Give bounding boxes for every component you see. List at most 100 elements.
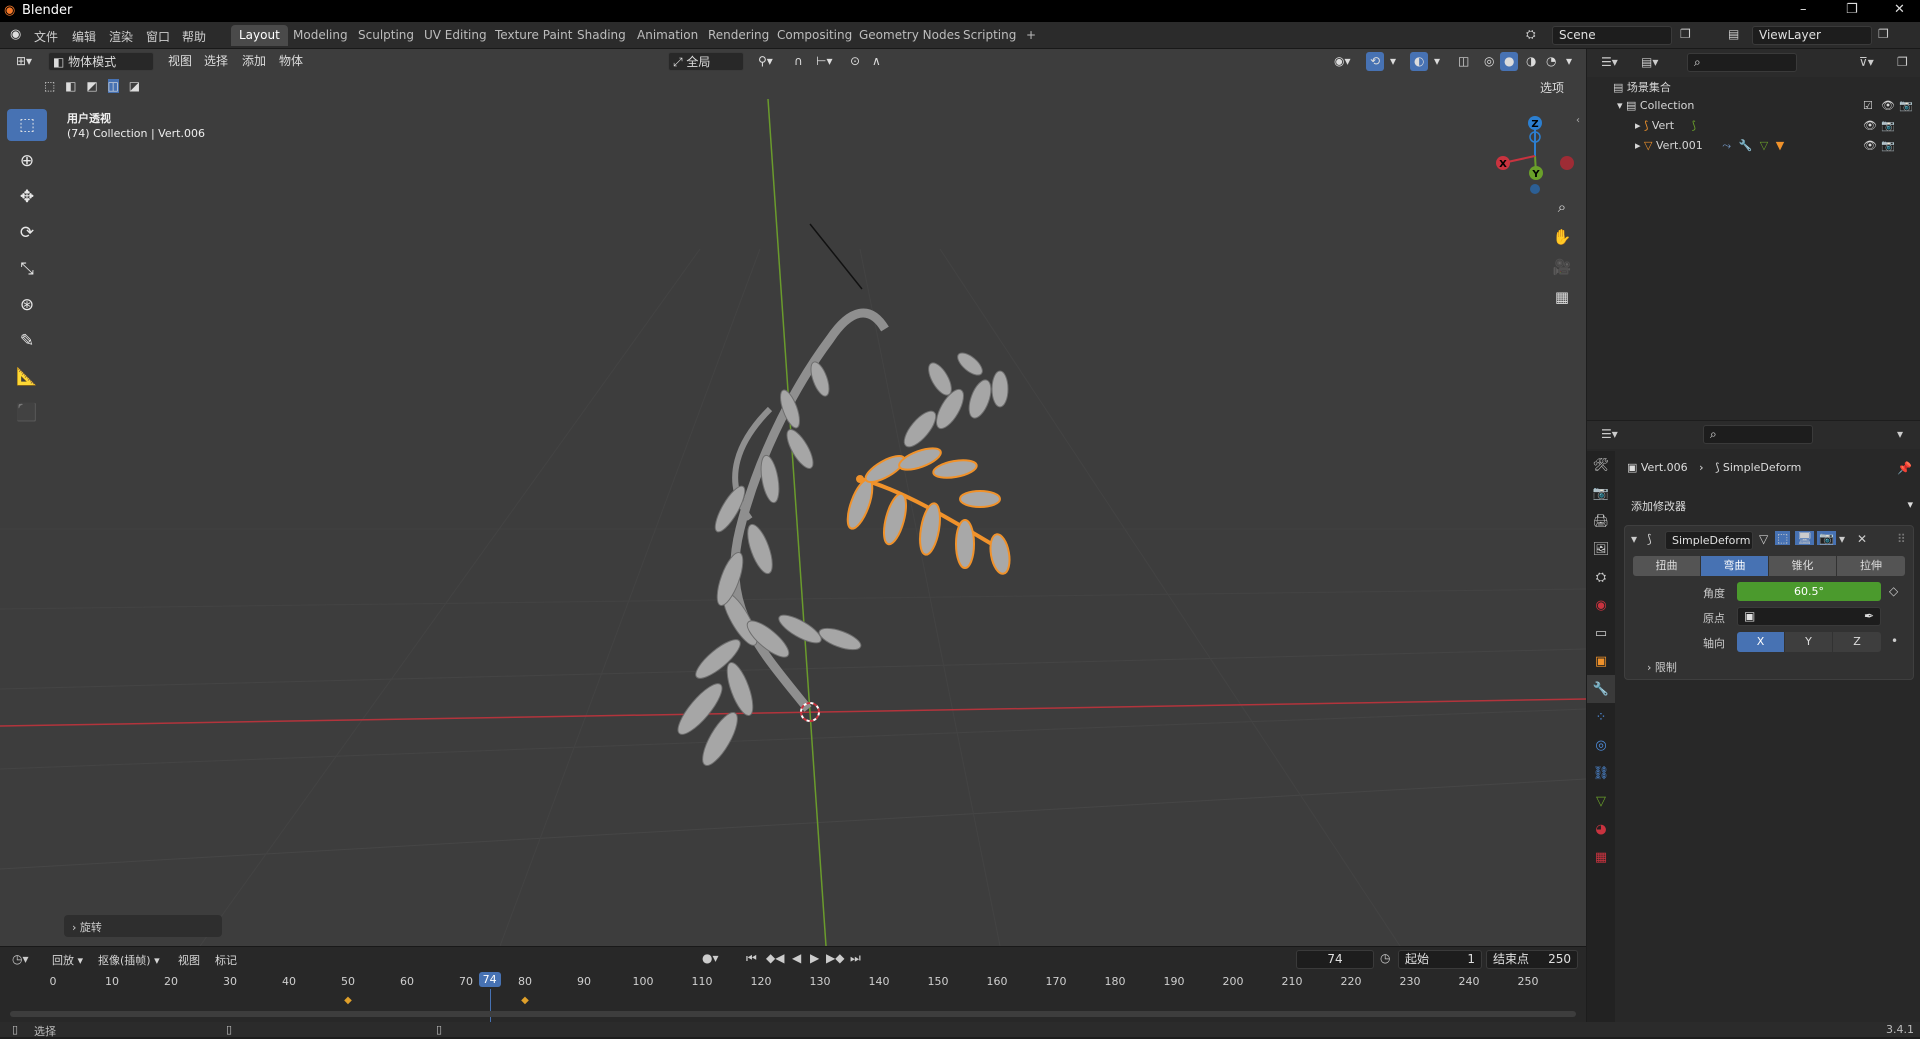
overlay-dropdown-icon[interactable]: ▾ — [1430, 52, 1444, 71]
angle-field[interactable]: 60.5° — [1737, 582, 1881, 601]
add-workspace-button[interactable]: + — [1018, 25, 1044, 46]
pin-icon[interactable]: 📌 — [1897, 461, 1912, 475]
menu-window[interactable]: 窗口 — [146, 28, 170, 45]
view-layer-icon[interactable]: ▤ — [1728, 27, 1739, 41]
proportional-edit-icon[interactable]: ⊙ — [846, 52, 864, 71]
axis-x-button[interactable]: X — [1737, 632, 1784, 652]
3d-viewport[interactable]: ⊞▾ ◧ 物体模式 视图 选择 添加 物体 ⤢ 全局 ⚲▾ ∩ ⊢▾ ⊙ ∧ ◉… — [0, 49, 1586, 946]
menu-help[interactable]: 帮助 — [182, 28, 206, 45]
snap-target-icon[interactable]: ⊢▾ — [812, 52, 836, 71]
expand-arrow-icon[interactable]: ▸ — [1635, 139, 1644, 152]
keyframe-diamond-icon[interactable]: ◆ — [344, 995, 352, 1006]
select-box-tool-icon[interactable]: ⬚ — [7, 109, 47, 141]
visibility-icon[interactable]: ◉▾ — [1330, 52, 1355, 71]
view-layer-field[interactable]: ViewLayer — [1752, 26, 1872, 45]
playhead-frame-badge[interactable]: 74 — [478, 972, 501, 987]
remove-modifier-icon[interactable]: ✕ — [1857, 532, 1867, 546]
edit-mode-toggle-icon[interactable]: ▽ — [1759, 532, 1768, 546]
overlay-toggle-icon[interactable]: ◐ — [1410, 52, 1429, 71]
close-button[interactable]: ✕ — [1894, 2, 1905, 17]
outliner-editor-icon[interactable]: ☰▾ — [1601, 55, 1618, 69]
scale-tool-icon[interactable]: ⤡ — [7, 253, 47, 285]
new-view-layer-icon[interactable]: ❐ — [1878, 27, 1889, 41]
properties-editor-icon[interactable]: ☰▾ — [1601, 427, 1618, 441]
falloff-icon[interactable]: ∧ — [868, 52, 885, 71]
limits-subpanel[interactable]: › 限制 — [1647, 659, 1677, 675]
drag-handle-icon[interactable]: ⠿ — [1897, 532, 1906, 546]
gizmo-toggle-icon[interactable]: ⟲ — [1366, 52, 1385, 71]
cursor-tool-icon[interactable]: ⊕ — [7, 145, 47, 177]
select-new-icon[interactable]: ⬚ — [44, 79, 55, 93]
tab-modeling[interactable]: Modeling — [285, 25, 356, 46]
transform-tool-icon[interactable]: ⊛ — [7, 289, 47, 321]
new-collection-icon[interactable]: ❐ — [1897, 55, 1908, 69]
select-invert-icon[interactable]: ◫ — [107, 79, 119, 93]
modifier-name-field[interactable]: SimpleDeform — [1665, 531, 1753, 550]
outliner-row-vert[interactable]: ▸ ⟆ Vert ⟆ 👁 📷 — [1635, 119, 1917, 132]
tab-texture-paint[interactable]: Texture Paint — [487, 25, 580, 46]
tab-rendering[interactable]: Rendering — [700, 25, 777, 46]
collection-visibility-icon[interactable]: 👁 — [1881, 99, 1895, 112]
tab-geometry-nodes[interactable]: Geometry Nodes — [851, 25, 968, 46]
data-tab-icon[interactable]: ▽ — [1587, 787, 1615, 815]
sidebar-toggle-icon[interactable]: ‹ — [1576, 115, 1580, 126]
select-intersect-icon[interactable]: ◪ — [129, 79, 140, 93]
menu-render[interactable]: 渲染 — [109, 28, 133, 45]
cage-toggle-icon[interactable]: ⬚ — [1775, 531, 1791, 545]
tab-shading[interactable]: Shading — [569, 25, 634, 46]
gizmo-dropdown-icon[interactable]: ▾ — [1386, 52, 1400, 71]
measure-tool-icon[interactable]: 📐 — [7, 361, 47, 393]
blender-menu-icon[interactable]: ◉ — [10, 27, 21, 42]
outliner-search-input[interactable]: ⌕ — [1687, 53, 1797, 72]
tab-compositing[interactable]: Compositing — [769, 25, 860, 46]
transform-orientation-dropdown[interactable]: ⤢ 全局 — [668, 52, 744, 71]
collection-checkbox-icon[interactable]: ☑ — [1863, 99, 1873, 112]
menu-view[interactable]: 视图 — [164, 52, 196, 71]
mode-dropdown[interactable]: ◧ 物体模式 — [48, 52, 154, 71]
wireframe-shading-icon[interactable]: ◎ — [1480, 52, 1498, 71]
constraints-tab-icon[interactable]: ⛓ — [1587, 759, 1615, 787]
mode-taper-button[interactable]: 锥化 — [1769, 556, 1836, 576]
view-layer-tab-icon[interactable]: 🖼 — [1587, 535, 1615, 563]
expand-arrow-icon[interactable]: ▸ — [1635, 119, 1644, 132]
physics-tab-icon[interactable]: ◎ — [1587, 731, 1615, 759]
properties-search-input[interactable]: ⌕ — [1703, 425, 1813, 444]
solid-shading-icon[interactable]: ● — [1500, 52, 1519, 71]
menu-object[interactable]: 物体 — [275, 52, 307, 71]
options-dropdown[interactable]: 选项 — [1536, 79, 1568, 98]
pivot-icon[interactable]: ⚲▾ — [754, 52, 777, 71]
filter-icon[interactable]: ⊽▾ — [1859, 55, 1874, 69]
scene-field[interactable]: Scene — [1552, 26, 1672, 45]
ortho-grid-icon[interactable]: ▦ — [1550, 285, 1574, 309]
select-extend-icon[interactable]: ◧ — [65, 79, 76, 93]
vert-render-icon[interactable]: 📷 — [1881, 119, 1895, 132]
render-toggle-icon[interactable]: 📷 — [1817, 531, 1836, 545]
modifier-menu-icon[interactable]: ▾ — [1839, 532, 1845, 546]
outliner-row-scene[interactable]: ▤ 场景集合 — [1613, 79, 1671, 95]
tab-animation[interactable]: Animation — [629, 25, 706, 46]
add-modifier-dropdown[interactable]: 添加修改器 ▾ — [1627, 495, 1917, 515]
collapse-arrow-icon[interactable]: ▾ — [1617, 99, 1626, 112]
zoom-icon[interactable]: ⌕ — [1550, 195, 1574, 219]
mode-stretch-button[interactable]: 拉伸 — [1837, 556, 1905, 576]
eyedropper-icon[interactable]: ✒ — [1864, 608, 1874, 625]
scene-tab-icon[interactable]: ⛭ — [1587, 563, 1615, 591]
material-tab-icon[interactable]: ◕ — [1587, 815, 1615, 843]
outliner-row-vert001[interactable]: ▸ ▽ Vert.001 ⤳ 🔧 ▽ ▼ 👁 📷 — [1635, 139, 1917, 153]
output-tab-icon[interactable]: 🖨 — [1587, 507, 1615, 535]
menu-add[interactable]: 添加 — [238, 52, 270, 71]
shading-dropdown-icon[interactable]: ▾ — [1562, 52, 1576, 71]
origin-object-field[interactable]: ▣ ✒ — [1737, 607, 1881, 626]
last-operator-panel[interactable]: › 旋转 — [64, 915, 222, 937]
menu-select[interactable]: 选择 — [200, 52, 232, 71]
axis-y-button[interactable]: Y — [1785, 632, 1832, 652]
mode-twist-button[interactable]: 扭曲 — [1633, 556, 1700, 576]
new-scene-icon[interactable]: ❐ — [1680, 27, 1691, 41]
minimize-button[interactable]: – — [1800, 2, 1807, 17]
tool-tab-icon[interactable]: 🛠 — [1587, 451, 1615, 479]
add-cube-tool-icon[interactable]: ⬛ — [7, 397, 47, 429]
modifier-tab-icon[interactable]: 🔧 — [1587, 675, 1615, 703]
timeline-scrollbar[interactable] — [10, 1011, 1576, 1017]
move-tool-icon[interactable]: ✥ — [7, 181, 47, 213]
tab-scripting[interactable]: Scripting — [955, 25, 1024, 46]
